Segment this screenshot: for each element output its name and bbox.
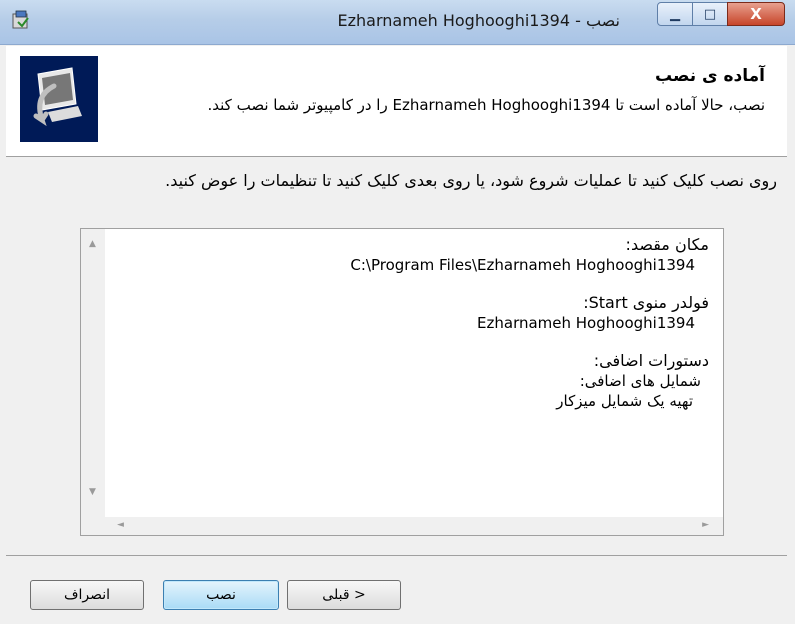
tasks-label: دستورات اضافی:	[593, 351, 709, 370]
setup-logo	[20, 56, 98, 142]
start-menu-label: فولدر منوی Start:	[583, 293, 709, 312]
instruction-text: روی نصب کلیک کنید تا عملیات شروع شود، یا…	[165, 171, 777, 190]
installer-icon	[12, 10, 29, 29]
destination-value: C:\Program Files\Ezharnameh Hoghooghi139…	[350, 256, 695, 274]
tasks-group: شمایل های اضافی:	[579, 372, 701, 390]
scroll-up-icon[interactable]: ▲	[89, 239, 96, 249]
window-controls: ▁ □ X	[657, 2, 785, 26]
title-bar: Ezharnameh Hoghooghi1394 - نصب ▁ □ X	[0, 0, 795, 45]
minimize-icon: ▁	[670, 6, 680, 22]
ready-memo: ▲ ▼ ◄ ► مکان مقصد: C:\Program Files\Ezha…	[80, 228, 724, 536]
scroll-right-icon[interactable]: ►	[702, 520, 709, 530]
minimize-button[interactable]: ▁	[657, 2, 693, 26]
scroll-down-icon[interactable]: ▼	[89, 487, 96, 497]
scroll-corner	[81, 517, 105, 535]
header-title: آماده ی نصب	[654, 66, 765, 86]
start-menu-value: Ezharnameh Hoghooghi1394	[477, 314, 695, 332]
horizontal-scrollbar[interactable]: ◄ ►	[105, 517, 723, 535]
maximize-icon: □	[703, 6, 717, 22]
install-button[interactable]: نصب	[163, 580, 279, 610]
destination-label: مکان مقصد:	[625, 235, 709, 254]
close-button[interactable]: X	[727, 2, 785, 26]
cancel-button[interactable]: انصراف	[30, 580, 144, 610]
memo-content: مکان مقصد: C:\Program Files\Ezharnameh H…	[129, 235, 709, 411]
header-subtitle: نصب، حالا آماده است تا Ezharnameh Hoghoo…	[207, 96, 765, 114]
tasks-item: تهیه یک شمایل میزکار	[556, 392, 693, 410]
window-title: Ezharnameh Hoghooghi1394 - نصب	[337, 11, 621, 30]
wizard-header: آماده ی نصب نصب، حالا آماده است تا Ezhar…	[6, 46, 787, 157]
scroll-left-icon[interactable]: ◄	[117, 520, 124, 530]
maximize-button[interactable]: □	[692, 2, 728, 26]
back-button[interactable]: < قبلی	[287, 580, 401, 610]
footer-divider	[6, 555, 787, 556]
computer-install-icon	[20, 56, 98, 142]
close-icon: X	[750, 5, 762, 23]
vertical-scrollbar[interactable]: ▲ ▼	[81, 229, 105, 517]
